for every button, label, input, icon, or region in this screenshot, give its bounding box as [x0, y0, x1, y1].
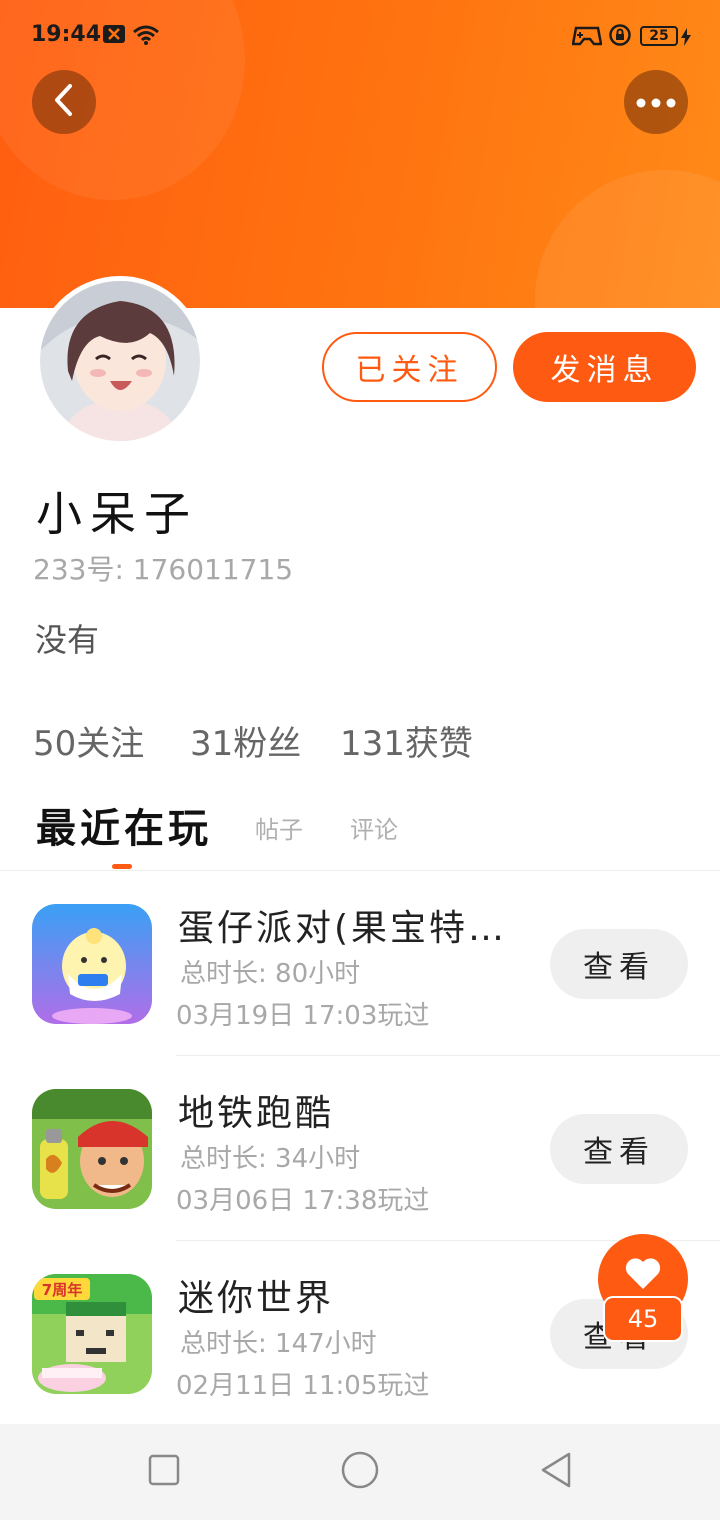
like-count-badge: 45 — [603, 1296, 683, 1342]
view-game-button[interactable]: 查看 — [550, 929, 688, 999]
tab-recently-played[interactable]: 最近在玩 — [36, 796, 212, 854]
charging-icon — [681, 28, 691, 50]
battery-indicator: 25 — [640, 26, 678, 46]
game-title: 迷你世界 — [178, 1278, 335, 1319]
user-nickname: 小呆子 — [36, 487, 198, 541]
game-icon-mini-world: 7周年 — [32, 1274, 152, 1394]
user-id: 233号: 176011715 — [33, 553, 294, 586]
notification-icon — [103, 24, 125, 48]
more-horizontal-icon — [636, 93, 676, 112]
tab-posts[interactable]: 帖子 — [255, 810, 303, 845]
active-tab-indicator — [112, 864, 132, 869]
lock-rotation-icon — [609, 24, 631, 50]
game-icon-subway-surfers — [32, 1089, 152, 1209]
game-last-played: 03月19日 17:03玩过 — [176, 1001, 430, 1031]
game-total-time: 总时长: 34小时 — [180, 1144, 361, 1174]
user-bio: 没有 — [35, 621, 100, 659]
more-options-button[interactable] — [624, 70, 688, 134]
header-decoration — [535, 170, 720, 308]
status-bar: 19:44 25 — [0, 0, 720, 74]
chevron-left-icon — [52, 83, 76, 121]
square-icon — [148, 1454, 180, 1490]
back-nav-button[interactable] — [536, 1452, 576, 1492]
send-message-button[interactable]: 发消息 — [513, 332, 696, 402]
system-navigation-bar — [0, 1424, 720, 1520]
game-title: 蛋仔派对(果宝特… — [178, 908, 508, 949]
back-button[interactable] — [32, 70, 96, 134]
list-item[interactable]: 地铁跑酷 总时长: 34小时 03月06日 17:38玩过 查看 — [0, 1056, 720, 1241]
wifi-icon — [132, 24, 160, 50]
fans-count[interactable]: 31粉丝 — [190, 716, 301, 765]
likes-count: 131获赞 — [340, 724, 473, 764]
circle-icon — [341, 1451, 379, 1493]
home-button[interactable] — [340, 1451, 380, 1493]
following-count[interactable]: 50关注 — [33, 716, 144, 765]
view-game-button[interactable]: 查看 — [550, 1114, 688, 1184]
game-icon-badge: 7周年 — [42, 1281, 82, 1299]
game-title: 地铁跑酷 — [178, 1093, 335, 1134]
avatar[interactable] — [35, 276, 205, 446]
followed-button[interactable]: 已关注 — [322, 332, 497, 402]
game-total-time: 总时长: 147小时 — [180, 1329, 377, 1359]
status-time: 19:44 — [31, 22, 102, 47]
profile-header-banner: 19:44 25 — [0, 0, 720, 308]
game-total-time: 总时长: 80小时 — [180, 959, 361, 989]
list-item[interactable]: 蛋仔派对(果宝特… 总时长: 80小时 03月19日 17:03玩过 查看 — [0, 871, 720, 1056]
recent-apps-button[interactable] — [144, 1452, 184, 1492]
triangle-back-icon — [539, 1452, 573, 1492]
game-last-played: 03月06日 17:38玩过 — [176, 1186, 430, 1216]
game-last-played: 02月11日 11:05玩过 — [176, 1371, 430, 1401]
game-controller-icon — [571, 24, 603, 50]
tab-comments[interactable]: 评论 — [350, 810, 398, 845]
game-icon-eggy-party — [32, 904, 152, 1024]
avatar-illustration — [40, 281, 200, 441]
